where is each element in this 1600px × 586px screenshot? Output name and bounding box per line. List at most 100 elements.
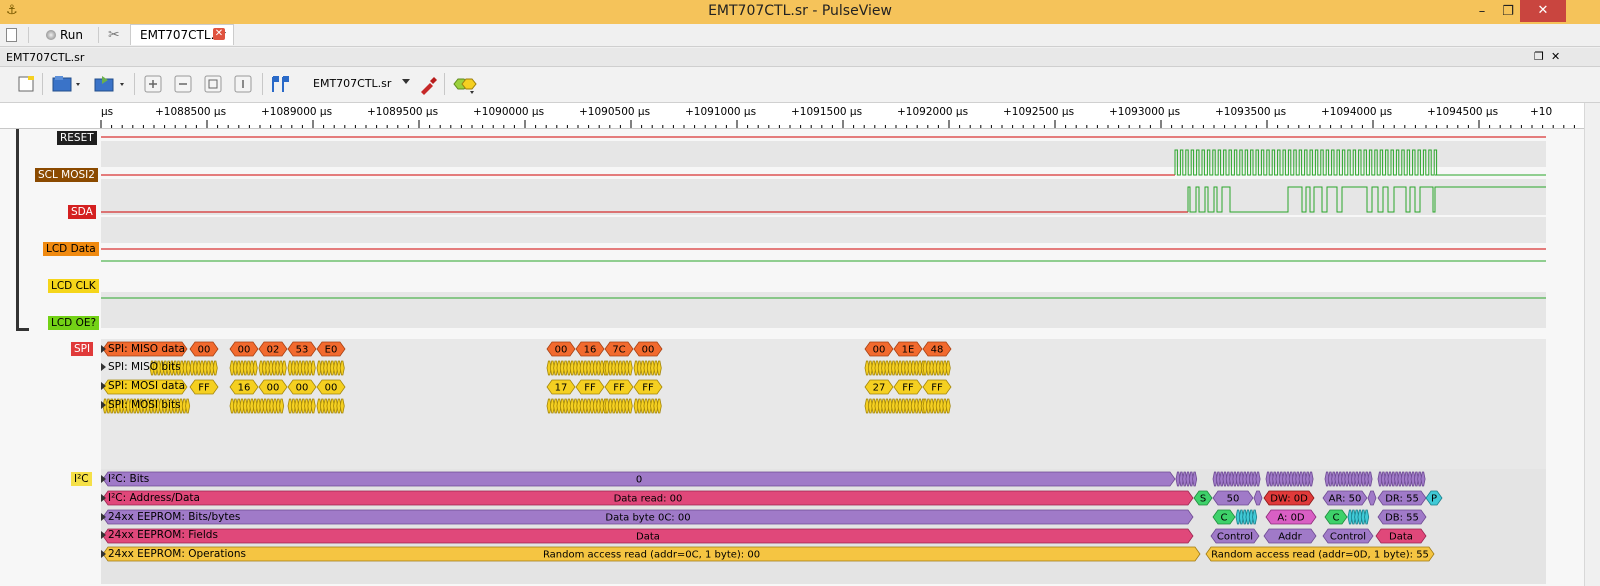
- eeprom-field-annotation-text: Addr: [1278, 532, 1302, 543]
- i2c-start-annotation: S: [1193, 490, 1213, 506]
- i2c-address-read-annotation-text: AR: 50: [1329, 494, 1362, 505]
- eeprom-bit-annotation: [1252, 509, 1258, 525]
- i2c-row-label: 24xx EEPROM: Operations: [108, 548, 246, 560]
- eeprom-row-operations[interactable]: 24xx EEPROM: Operations: [101, 548, 246, 560]
- spi-miso-data-annotation: 16: [575, 341, 605, 357]
- ruler-tick: +1090500 μs: [579, 106, 651, 118]
- tab-close-icon[interactable]: ✕: [213, 28, 225, 40]
- spi-mosi-data-annotation-text: FF: [902, 383, 914, 394]
- spi-miso-data-annotation-text: 48: [931, 345, 944, 356]
- save-file-icon[interactable]: [94, 75, 124, 93]
- eeprom-control-bit-annotation-text: C: [1221, 513, 1228, 524]
- i2c-row-bits[interactable]: I²C: Bits: [101, 473, 149, 485]
- channel-label-lcd-data[interactable]: LCD Data: [43, 242, 99, 256]
- ruler-tick: +1094000 μs: [1321, 106, 1393, 118]
- eeprom-field-annotation-text: Control: [1217, 532, 1253, 543]
- spi-row-label: SPI: MOSI bits: [108, 399, 181, 411]
- channel-label-reset[interactable]: RESET: [57, 131, 97, 145]
- spi-mosi-data-annotation: 16: [229, 379, 259, 395]
- ruler-tick: +1089000 μs: [261, 106, 333, 118]
- spi-miso-bit-annotation: [339, 360, 345, 376]
- i2c-bit-annotation: [1420, 471, 1426, 487]
- eeprom-bitsbytes-annotation: Data byte 0C: 00: [102, 509, 1194, 525]
- spi-mosi-bit-annotation: [339, 398, 345, 414]
- spi-row-mosi-data[interactable]: SPI: MOSI data: [101, 380, 185, 392]
- eeprom-field-annotation: Addr: [1263, 528, 1317, 544]
- spi-miso-data-annotation: 00: [229, 341, 259, 357]
- i2c-bit-annotation: [1255, 471, 1261, 487]
- tab-session[interactable]: EMT707CTL.sr ✕: [130, 24, 234, 45]
- i2c-start-annotation-text: S: [1200, 494, 1206, 505]
- ruler-tick: +1092000 μs: [897, 106, 969, 118]
- spi-row-miso-bits[interactable]: SPI: MISO bits: [101, 361, 181, 373]
- spi-mosi-data-annotation: 27: [864, 379, 894, 395]
- window-title: EMT707CTL.sr - PulseView: [708, 3, 892, 19]
- eeprom-fields-annotation-text: Data: [636, 532, 660, 543]
- decoder-label-i2c[interactable]: I²C: [71, 472, 92, 486]
- i2c-bits-annotation-text: 0: [636, 475, 642, 486]
- device-name: EMT707CTL.sr: [313, 77, 392, 90]
- i2c-address-read-annotation: AR: 50: [1322, 490, 1368, 506]
- spi-mosi-data-annotation-text: FF: [642, 383, 654, 394]
- zoom-out-icon[interactable]: [174, 75, 194, 93]
- ruler-tick: +1092500 μs: [1003, 106, 1075, 118]
- eeprom-address-byte-annotation: A: 0D: [1265, 509, 1317, 525]
- add-decoder-icon[interactable]: [452, 75, 477, 94]
- run-button[interactable]: Run: [46, 25, 83, 45]
- probe-config-icon[interactable]: [418, 75, 438, 95]
- i2c-stop-annotation: P: [1425, 490, 1443, 506]
- spi-miso-data-annotation-text: 00: [198, 345, 211, 356]
- undock-icon[interactable]: ❐: [1534, 50, 1544, 63]
- zoom-original-icon[interactable]: [234, 75, 254, 93]
- spi-miso-data-annotation-text: 53: [296, 345, 309, 356]
- spi-miso-data-annotation: 53: [287, 341, 317, 357]
- channel-label-sda[interactable]: SDA: [68, 205, 96, 219]
- settings-tools-icon[interactable]: ✂: [108, 25, 120, 45]
- eeprom-row-fields[interactable]: 24xx EEPROM: Fields: [101, 529, 218, 541]
- spi-row-label: SPI: MISO bits: [108, 361, 181, 373]
- i2c-row-address-data[interactable]: I²C: Address/Data: [101, 492, 200, 504]
- eeprom-address-byte-annotation-text: A: 0D: [1277, 513, 1305, 524]
- channel-label-lcd-oe[interactable]: LCD OE?: [48, 316, 100, 330]
- device-dropdown-icon[interactable]: [402, 79, 410, 84]
- spi-mosi-data-annotation: 17: [546, 379, 576, 395]
- ruler-tick: +1091000 μs: [685, 106, 757, 118]
- channel-label-lcd-clk[interactable]: LCD CLK: [48, 279, 99, 293]
- zoom-fit-icon[interactable]: [204, 75, 224, 93]
- ruler-unit-label: μs: [101, 106, 114, 118]
- spi-row-mosi-bits[interactable]: SPI: MOSI bits: [101, 399, 181, 411]
- ruler-tick: +1093000 μs: [1109, 106, 1181, 118]
- spi-miso-data-annotation: 02: [258, 341, 288, 357]
- new-session-icon[interactable]: [6, 25, 20, 45]
- decoder-label-spi[interactable]: SPI: [71, 342, 94, 356]
- eeprom-field-annotation: Control: [1210, 528, 1260, 544]
- i2c-bit-annotation: [1308, 471, 1314, 487]
- session-title-bar: EMT707CTL.sr ❐ ✕: [0, 48, 1600, 67]
- eeprom-field-annotation-text: Control: [1330, 532, 1366, 543]
- i2c-bit-annotation: [1192, 471, 1198, 487]
- spi-miso-data-annotation-text: 02: [267, 345, 280, 356]
- run-label: Run: [60, 28, 84, 42]
- channel-label-scl-mosi2[interactable]: SCL MOSI2: [35, 168, 98, 182]
- spi-miso-bit-annotation: [185, 360, 191, 376]
- spi-miso-data-annotation: 00: [864, 341, 894, 357]
- spi-mosi-bit-annotation: [945, 398, 951, 414]
- vertical-scrollbar[interactable]: [1584, 103, 1600, 586]
- new-view-icon[interactable]: [18, 75, 38, 93]
- eeprom-row-bits-bytes[interactable]: 24xx EEPROM: Bits/bytes: [101, 511, 240, 523]
- spi-miso-data-annotation: 00: [546, 341, 576, 357]
- zoom-in-icon[interactable]: [144, 75, 164, 93]
- session-close-icon[interactable]: ✕: [1551, 50, 1560, 63]
- spi-mosi-data-annotation: FF: [604, 379, 634, 395]
- i2c-address-annotation-text: 50: [1227, 494, 1240, 505]
- close-button[interactable]: ✕: [1520, 0, 1566, 22]
- ruler-tick: +1093500 μs: [1215, 106, 1287, 118]
- trace-view[interactable]: 00 00 02 53 E0 00 16 7C 00 00 1E 48 FF 16 00 00 00 17 FF FF…: [0, 129, 1584, 586]
- open-file-icon[interactable]: [52, 75, 80, 93]
- spi-miso-bit-annotation: [252, 360, 258, 376]
- spi-mosi-data-annotation: FF: [922, 379, 952, 395]
- time-ruler[interactable]: μs +1088500 μs +1089000 μs +1089500 μs +…: [0, 103, 1584, 129]
- cursor-markers-icon[interactable]: [270, 75, 290, 93]
- spi-row-miso-data[interactable]: SPI: MISO data: [101, 343, 185, 355]
- spi-mosi-data-annotation: 00: [287, 379, 317, 395]
